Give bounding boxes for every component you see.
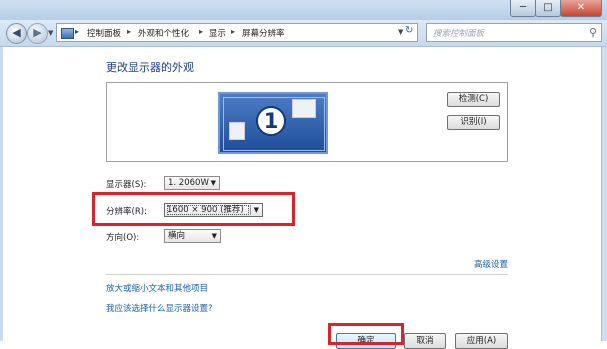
search-input[interactable]: 搜索控制面板 ⚲ [426,23,602,42]
resolution-highlight-box [92,192,295,226]
breadcrumb[interactable]: ▸ 控制面板 ▸ 外观和个性化 ▸ 显示 ▸ 屏幕分辨率 ▼ [56,23,418,42]
display-settings-help-link[interactable]: 我应该选择什么显示器设置? [106,302,213,314]
monitor-window-thumbnail [292,99,316,118]
control-panel-icon [61,28,74,39]
monitor-number-badge: 1 [256,106,286,136]
window-left-border [0,47,3,341]
breadcrumb-appearance[interactable]: 外观和个性化 [138,27,189,39]
display-select-value: 1. 2060W [168,178,209,188]
ok-highlight-box [328,323,404,345]
display-select[interactable]: 1. 2060W ▼ [164,176,220,190]
page-title: 更改显示器的外观 [106,61,194,74]
chevron-down-icon: ▼ [211,232,217,240]
breadcrumb-display[interactable]: 显示 [209,27,226,39]
window-right-border [601,47,607,341]
apply-button[interactable]: 应用(A) [455,333,508,349]
detect-button[interactable]: 检测(C) [447,92,500,107]
orientation-label: 方向(O): [106,233,140,243]
back-button[interactable]: ◀ [6,23,27,44]
divider [106,274,508,275]
monitor-window-thumbnail [229,122,245,140]
breadcrumb-screen-resolution[interactable]: 屏幕分辨率 [242,27,285,39]
breadcrumb-control-panel[interactable]: 控制面板 [87,27,121,39]
breadcrumb-separator-icon[interactable]: ▸ [75,27,79,36]
breadcrumb-separator-icon[interactable]: ▸ [231,27,235,36]
identify-button[interactable]: 识别(I) [447,115,500,130]
orientation-select-value: 横向 [168,231,186,241]
text-size-link[interactable]: 放大或缩小文本和其他项目 [106,282,208,294]
search-icon[interactable]: ⚲ [589,26,597,39]
maximize-button[interactable]: □ [535,0,561,17]
chevron-down-icon: ▼ [210,179,216,187]
monitor-icon[interactable]: 1 [218,92,328,154]
close-button[interactable]: ✕ [560,0,602,17]
recent-pages-dropdown-icon[interactable]: ▼ [48,29,53,37]
address-bar: ◀ ▶ ▼ ▸ 控制面板 ▸ 外观和个性化 ▸ 显示 ▸ 屏幕分辨率 ▼ ↻ 搜… [0,20,607,47]
minimize-button[interactable]: ─ [510,0,536,17]
refresh-icon[interactable]: ↻ [405,25,419,39]
forward-button[interactable]: ▶ [27,23,48,44]
breadcrumb-separator-icon[interactable]: ▸ [199,27,203,36]
search-placeholder: 搜索控制面板 [433,29,485,39]
breadcrumb-separator-icon[interactable]: ▸ [127,27,131,36]
address-dropdown-icon[interactable]: ▼ [398,28,403,36]
advanced-settings-link[interactable]: 高级设置 [474,258,508,270]
orientation-select[interactable]: 横向 ▼ [164,229,221,243]
display-label: 显示器(S): [106,180,147,190]
cancel-button[interactable]: 取消 [404,333,446,349]
